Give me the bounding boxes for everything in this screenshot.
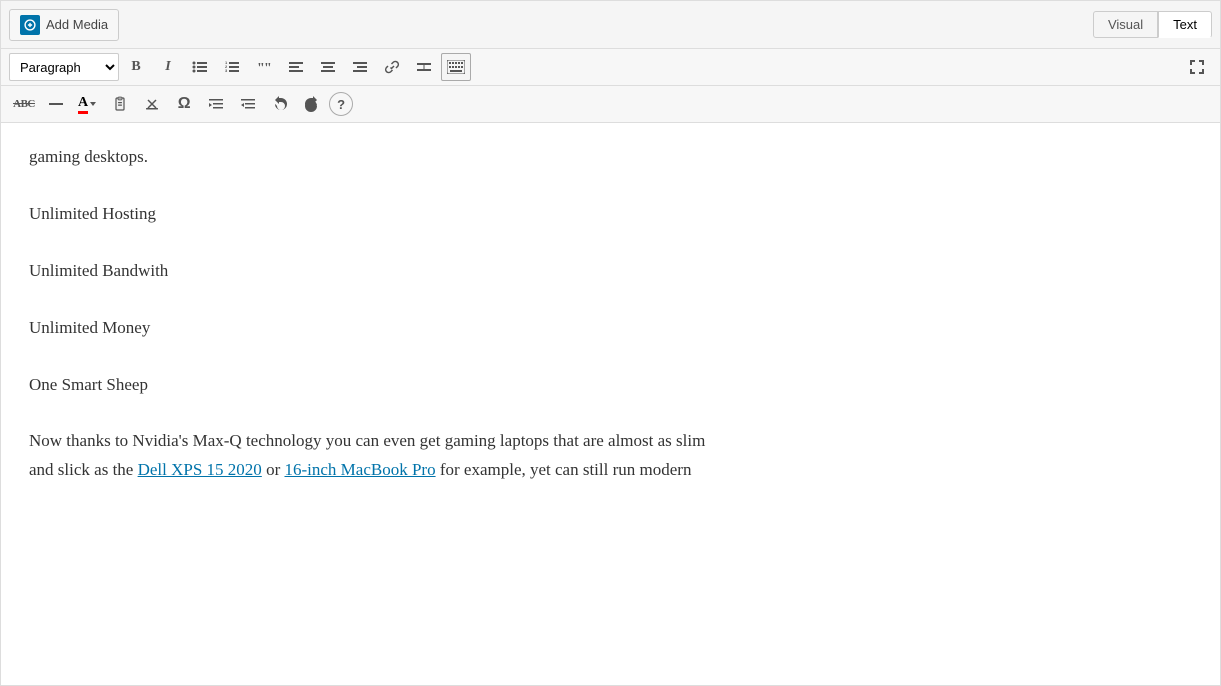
link-icon <box>384 59 400 75</box>
strikethrough-label: ABC <box>13 98 35 110</box>
keyboard-icon <box>447 60 465 74</box>
svg-text:": " <box>264 61 272 75</box>
help-label: ? <box>337 97 345 112</box>
text-tab[interactable]: Text <box>1158 11 1212 38</box>
align-left-icon <box>288 59 304 75</box>
add-media-icon <box>20 15 40 35</box>
dell-xps-link[interactable]: Dell XPS 15 2020 <box>138 460 262 479</box>
align-right-icon <box>352 59 368 75</box>
visual-tab[interactable]: Visual <box>1093 11 1158 38</box>
item-one-smart-sheep: One Smart Sheep <box>29 371 1192 400</box>
align-right-button[interactable] <box>345 53 375 81</box>
clear-icon <box>144 96 160 112</box>
toolbar-row-1: Paragraph Heading 1 Heading 2 Heading 3 … <box>1 49 1220 86</box>
help-button[interactable]: ? <box>329 92 353 116</box>
undo-button[interactable] <box>265 90 295 118</box>
text-color-button[interactable]: A <box>73 90 103 118</box>
macbook-pro-link[interactable]: 16-inch MacBook Pro <box>284 460 435 479</box>
svg-text:3: 3 <box>225 68 228 73</box>
top-bar: Add Media Visual Text <box>1 1 1220 49</box>
color-dropdown-arrow <box>88 99 98 109</box>
numbered-list-icon: 123 <box>224 59 240 75</box>
indent-button[interactable] <box>201 90 231 118</box>
fullscreen-button[interactable] <box>1182 53 1212 81</box>
ordered-list-button[interactable]: 123 <box>217 53 247 81</box>
link-button[interactable] <box>377 53 407 81</box>
paragraph-select[interactable]: Paragraph Heading 1 Heading 2 Heading 3 … <box>9 53 119 81</box>
strikethrough-button[interactable]: ABC <box>9 90 39 118</box>
blockquote-icon: "" <box>256 59 272 75</box>
unordered-list-button[interactable] <box>185 53 215 81</box>
bullets-icon <box>192 59 208 75</box>
paste-text-button[interactable] <box>105 90 135 118</box>
paste-icon <box>112 96 128 112</box>
special-char-button[interactable]: Ω <box>169 90 199 118</box>
item-unlimited-bandwith: Unlimited Bandwith <box>29 257 1192 286</box>
add-media-label: Add Media <box>46 17 108 32</box>
add-media-button[interactable]: Add Media <box>9 9 119 41</box>
hr-icon <box>48 96 64 112</box>
clear-formatting-button[interactable] <box>137 90 167 118</box>
undo-icon <box>272 96 288 112</box>
align-left-button[interactable] <box>281 53 311 81</box>
nvidia-paragraph: Now thanks to Nvidia's Max-Q technology … <box>29 427 1192 485</box>
horizontal-rule-button[interactable] <box>41 90 71 118</box>
redo-button[interactable] <box>297 90 327 118</box>
kitchen-sink-button[interactable] <box>441 53 471 81</box>
align-center-button[interactable] <box>313 53 343 81</box>
italic-button[interactable]: I <box>153 53 183 81</box>
indent-icon <box>208 96 224 112</box>
text-color-label: A <box>78 95 88 114</box>
align-center-icon <box>320 59 336 75</box>
more-icon <box>416 59 432 75</box>
outdent-button[interactable] <box>233 90 263 118</box>
item-unlimited-hosting: Unlimited Hosting <box>29 200 1192 229</box>
toolbar-row-2: ABC A Ω <box>1 86 1220 123</box>
bold-button[interactable]: B <box>121 53 151 81</box>
expand-icon <box>1188 58 1206 76</box>
more-button[interactable] <box>409 53 439 81</box>
view-tabs: Visual Text <box>1093 11 1212 38</box>
item-unlimited-money: Unlimited Money <box>29 314 1192 343</box>
content-area[interactable]: gaming desktops. Unlimited Hosting Unlim… <box>1 123 1220 623</box>
omega-label: Ω <box>178 95 191 113</box>
outdent-icon <box>240 96 256 112</box>
add-media-svg <box>23 18 37 32</box>
gaming-desktops-line: gaming desktops. <box>29 143 1192 172</box>
redo-icon <box>304 96 320 112</box>
blockquote-button[interactable]: "" <box>249 53 279 81</box>
